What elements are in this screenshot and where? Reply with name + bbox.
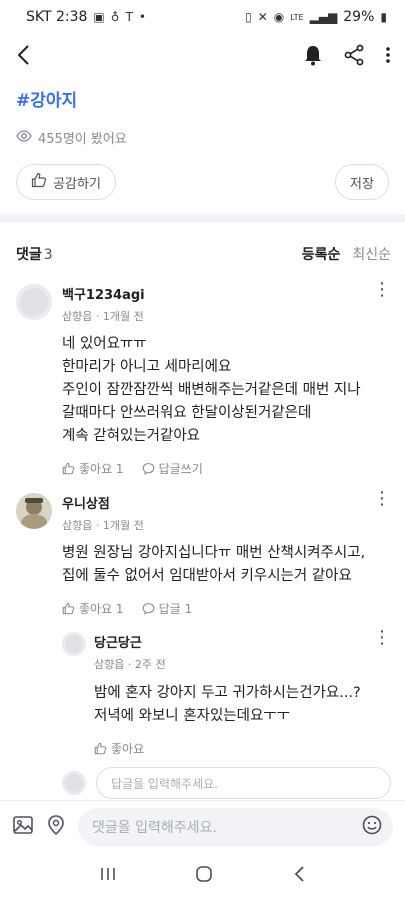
sort-options: 등록순 최신순 bbox=[302, 244, 391, 264]
home-icon[interactable] bbox=[195, 865, 213, 887]
comment-actions: 좋아요 1 답글쓰기 bbox=[62, 460, 391, 477]
reply-input-row: 답글을 입력해주세요. bbox=[62, 766, 391, 800]
bell-icon[interactable] bbox=[303, 44, 323, 70]
network-icon: LTE bbox=[290, 12, 304, 22]
comment-actions: 좋아요 1 답글 1 bbox=[62, 600, 391, 617]
more-notifications-icon: • bbox=[138, 10, 146, 24]
status-right: ▯ ✕ ◉ LTE ▂▄▆ 29% ▮ bbox=[245, 9, 387, 25]
comment-like-button[interactable]: 좋아요 1 bbox=[62, 600, 124, 617]
speech-bubble-icon bbox=[142, 603, 154, 615]
eye-icon bbox=[16, 129, 32, 146]
comment-text: 병원 원장님 강아지십니다ㅠ 매번 산책시켜주시고, 집에 둘수 없어서 임대받… bbox=[62, 542, 391, 588]
avatar[interactable] bbox=[16, 493, 52, 529]
comment-author[interactable]: 우니상점 bbox=[62, 493, 391, 512]
mute-icon: ✕ bbox=[257, 10, 268, 24]
thumbs-up-icon bbox=[31, 172, 47, 192]
emoji-icon[interactable] bbox=[361, 814, 383, 840]
thumbs-up-icon bbox=[94, 742, 107, 755]
comment-meta: 삼향읍 · 1개월 전 bbox=[62, 310, 144, 323]
location-icon: ◉ bbox=[273, 10, 285, 24]
comment-input-placeholder: 댓글을 입력해주세요. bbox=[92, 819, 217, 836]
comment-body: 우니상점 삼향읍 · 1개월 전 병원 원장님 강아지십니다ㅠ 매번 산책시켜주… bbox=[62, 493, 391, 617]
reply-more-icon[interactable]: ⋮ bbox=[373, 629, 391, 647]
comment-more-icon[interactable]: ⋮ bbox=[373, 490, 391, 508]
comment-input[interactable]: 댓글을 입력해주세요. bbox=[78, 807, 393, 846]
comment-like-label: 좋아요 1 bbox=[79, 602, 124, 616]
like-button-label: 공감하기 bbox=[53, 176, 101, 192]
comment-item: 우니상점 삼향읍 · 1개월 전 병원 원장님 강아지십니다ㅠ 매번 산책시켜주… bbox=[16, 490, 391, 618]
gallery-notification-icon: ▣ bbox=[93, 10, 105, 24]
thumbs-up-icon bbox=[62, 602, 75, 615]
status-left: SKT 2:38 ▣ ♁ T • bbox=[26, 9, 146, 25]
save-button-label: 저장 bbox=[350, 176, 374, 192]
t-notification-icon: T bbox=[125, 10, 133, 24]
comment-item: 백구1234agi 삼향읍 · 1개월 전 네 있어요ㅠㅠ 한마리가 아니고 세… bbox=[16, 281, 391, 477]
comment-author[interactable]: 백구1234agi bbox=[62, 284, 391, 303]
comment-line: 한마리가 아니고 세마리에요 bbox=[62, 359, 232, 375]
save-button[interactable]: 저장 bbox=[335, 164, 389, 200]
reply-input[interactable]: 답글을 입력해주세요. bbox=[96, 767, 391, 799]
system-nav-bar bbox=[0, 852, 405, 900]
location-pin-icon[interactable] bbox=[46, 814, 66, 840]
comment-like-label: 좋아요 1 bbox=[79, 462, 124, 476]
comments-header: 댓글 3 등록순 최신순 bbox=[16, 244, 391, 264]
comment-reply-label: 답글쓰기 bbox=[158, 462, 203, 476]
status-time: SKT 2:38 bbox=[26, 9, 88, 25]
comment-body: 백구1234agi 삼향읍 · 1개월 전 네 있어요ㅠㅠ 한마리가 아니고 세… bbox=[62, 284, 391, 477]
comment-line: 병원 원장님 강아지십니다ㅠ 매번 산책시켜주시고, bbox=[62, 545, 366, 561]
comments-title: 댓글 3 bbox=[16, 244, 53, 264]
comment-reply-button[interactable]: 답글 1 bbox=[142, 600, 193, 617]
image-icon[interactable] bbox=[12, 814, 34, 840]
reply-like-button[interactable]: 좋아요 bbox=[94, 740, 144, 757]
comments-count: 3 bbox=[43, 247, 53, 263]
like-button[interactable]: 공감하기 bbox=[16, 164, 116, 200]
post-hashtag[interactable]: #강아지 bbox=[16, 86, 77, 111]
reply-line: 저녁에 와보니 혼자있는데요ㅜㅜ bbox=[94, 708, 290, 724]
reply-line: 밤에 혼자 강아지 두고 귀가하시는건가요...? bbox=[94, 685, 361, 701]
comment-line: 계속 갇혀있는거같아요 bbox=[62, 428, 201, 444]
comment-reply-button[interactable]: 답글쓰기 bbox=[142, 460, 203, 477]
app-bar bbox=[0, 34, 405, 80]
sort-newest-tab[interactable]: 최신순 bbox=[352, 244, 391, 264]
avatar[interactable] bbox=[62, 632, 86, 656]
more-menu-icon[interactable] bbox=[385, 45, 391, 69]
comment-line: 집에 둘수 없어서 임대받아서 키우시는거 같아요 bbox=[62, 568, 352, 584]
comment-line: 네 있어요ㅠㅠ bbox=[62, 336, 147, 352]
battery-icon: ▮ bbox=[380, 10, 387, 24]
signal-icon: ▂▄▆ bbox=[309, 10, 338, 24]
reply-actions: 좋아요 bbox=[94, 740, 391, 757]
reply-author[interactable]: 당근당근 bbox=[94, 632, 391, 651]
app-bar-actions bbox=[303, 44, 391, 70]
nav-back-icon[interactable] bbox=[292, 865, 306, 887]
comment-more-icon[interactable]: ⋮ bbox=[373, 281, 391, 299]
reply-like-label: 좋아요 bbox=[111, 742, 145, 756]
thumbs-up-icon bbox=[62, 462, 75, 475]
reply-body: 당근당근 삼향읍 · 2주 전 밤에 혼자 강아지 두고 귀가하시는건가요...… bbox=[94, 632, 391, 757]
comment-text: 네 있어요ㅠㅠ 한마리가 아니고 세마리에요 주인이 잠깐잠깐씩 배변해주는거같… bbox=[62, 333, 391, 448]
back-icon[interactable] bbox=[16, 44, 30, 70]
sort-oldest-tab[interactable]: 등록순 bbox=[302, 244, 341, 264]
view-count-text: 455명이 봤어요 bbox=[38, 132, 127, 147]
app-notification-icon: ♁ bbox=[110, 10, 120, 24]
comment-meta: 삼향읍 · 1개월 전 bbox=[62, 519, 144, 532]
view-count: 455명이 봤어요 bbox=[16, 128, 127, 147]
battery-text: 29% bbox=[343, 9, 375, 25]
comment-line: 갈때마다 안쓰러워요 한달이상된거같은데 bbox=[62, 405, 312, 421]
my-avatar bbox=[62, 771, 86, 795]
reply-meta: 삼향읍 · 2주 전 bbox=[94, 658, 166, 671]
sim-icon: ▯ bbox=[245, 10, 252, 24]
section-divider bbox=[0, 214, 405, 222]
recent-apps-icon[interactable] bbox=[99, 866, 117, 886]
comments-title-text: 댓글 bbox=[16, 247, 42, 263]
speech-bubble-icon bbox=[142, 463, 154, 475]
comment-reply-label: 답글 1 bbox=[158, 602, 193, 616]
avatar[interactable] bbox=[16, 284, 52, 320]
reply-item: 당근당근 삼향읍 · 2주 전 밤에 혼자 강아지 두고 귀가하시는건가요...… bbox=[62, 629, 391, 757]
comment-line: 주인이 잠깐잠깐씩 배변해주는거같은데 매번 지나 bbox=[62, 382, 361, 398]
comment-like-button[interactable]: 좋아요 1 bbox=[62, 460, 124, 477]
status-bar: SKT 2:38 ▣ ♁ T • ▯ ✕ ◉ LTE ▂▄▆ 29% ▮ bbox=[0, 0, 405, 34]
share-icon[interactable] bbox=[343, 44, 365, 70]
comment-composer: 댓글을 입력해주세요. bbox=[0, 800, 405, 852]
reply-text: 밤에 혼자 강아지 두고 귀가하시는건가요...? 저녁에 와보니 혼자있는데요… bbox=[94, 682, 391, 728]
